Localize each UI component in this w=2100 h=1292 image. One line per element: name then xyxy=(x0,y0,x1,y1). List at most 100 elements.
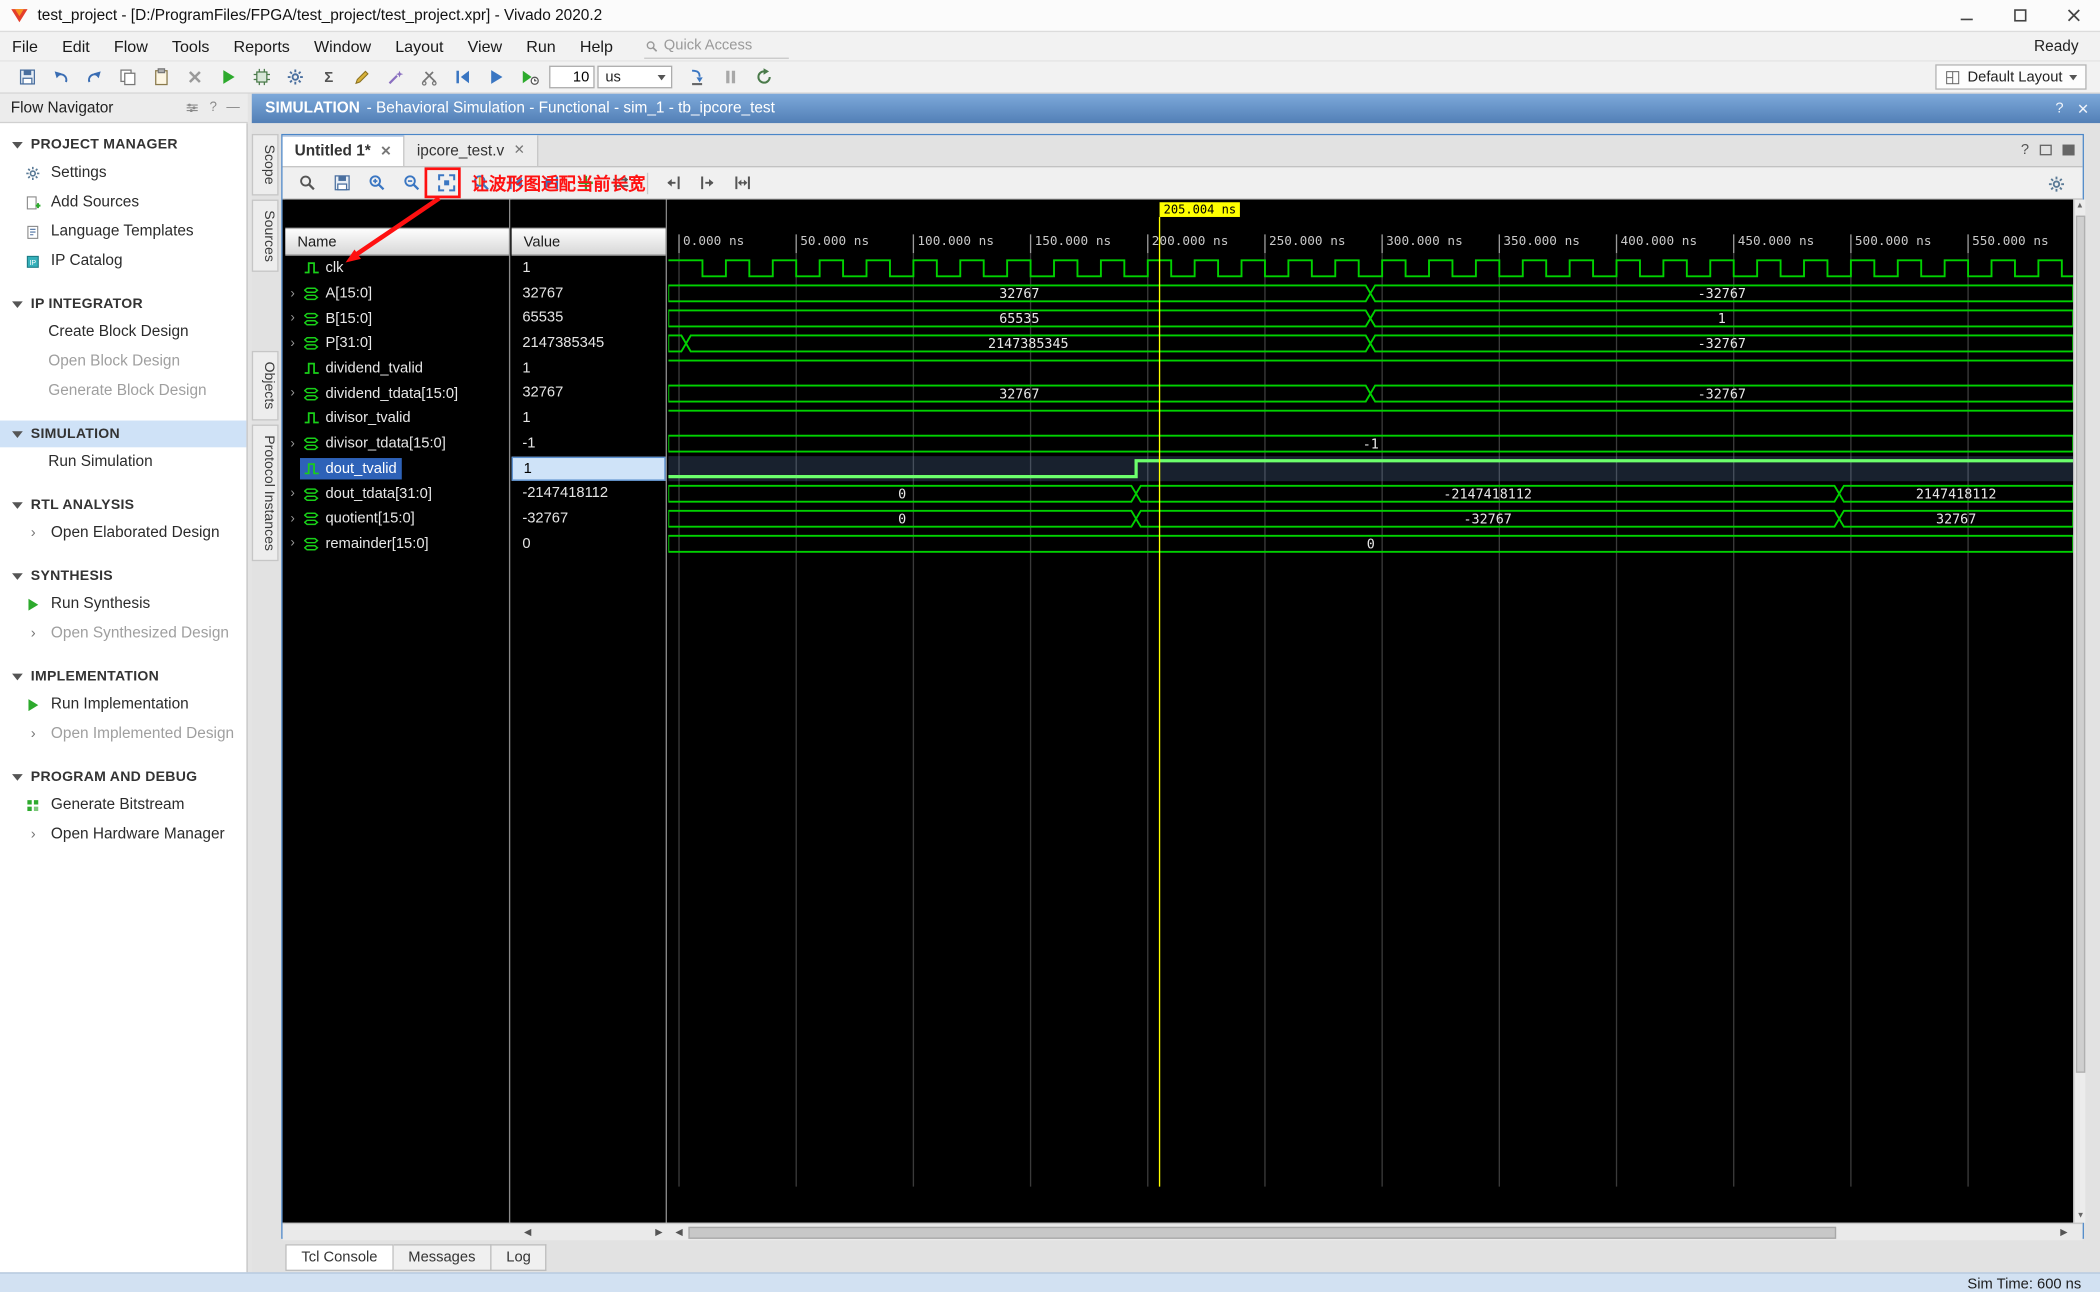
run-button[interactable] xyxy=(212,63,245,91)
signal-row-a-15-0[interactable]: › A[15:0] xyxy=(285,281,509,306)
flownav-item-run-synthesis[interactable]: Run Synthesis xyxy=(0,589,246,618)
flownav-item-open-block-design[interactable]: Open Block Design xyxy=(0,347,246,376)
waveform-canvas[interactable]: 0.000 ns 50.000 ns 100.000 ns 150.000 ns 200… xyxy=(668,199,2074,1223)
signal-row-remainder-15-0[interactable]: › remainder[15:0] xyxy=(285,531,509,556)
signal-value-clk[interactable]: 1 xyxy=(512,256,666,281)
signal-name-chip[interactable]: A[15:0] xyxy=(300,283,377,304)
flownav-item-ip-catalog[interactable]: IP IP Catalog xyxy=(0,246,246,275)
copy-button[interactable] xyxy=(111,63,144,91)
paste-button[interactable] xyxy=(145,63,178,91)
console-tab-tcl-console[interactable]: Tcl Console xyxy=(285,1244,394,1271)
close-button[interactable] xyxy=(2046,0,2100,31)
flownav-item-open-hardware-manager[interactable]: › Open Hardware Manager xyxy=(0,820,246,849)
names-scroll-left-icon[interactable]: ◀ xyxy=(520,1224,536,1240)
horizontal-scroll-thumb[interactable] xyxy=(688,1226,1837,1239)
undo-button[interactable] xyxy=(44,63,77,91)
delete-button[interactable] xyxy=(178,63,211,91)
scroll-up-icon[interactable]: ▲ xyxy=(2075,200,2086,213)
collapse-panel-icon[interactable]: — xyxy=(226,100,239,115)
goto-start-button[interactable] xyxy=(656,169,688,196)
close-icon[interactable]: ✕ xyxy=(2077,100,2089,117)
sigma-button[interactable]: Σ xyxy=(312,63,345,91)
signal-name-chip[interactable]: dividend_tdata[15:0] xyxy=(300,383,464,404)
wave-settings-gear-button[interactable] xyxy=(2040,170,2072,197)
flownav-header-program-and-debug[interactable]: PROGRAM AND DEBUG xyxy=(0,763,246,790)
menu-reports[interactable]: Reports xyxy=(222,31,302,60)
step-button[interactable] xyxy=(680,63,713,91)
relaunch-button[interactable] xyxy=(747,63,780,91)
close-tab-icon[interactable]: ✕ xyxy=(514,143,525,158)
signal-value-b-15-0[interactable]: 65535 xyxy=(512,306,666,331)
signal-name-chip[interactable]: divisor_tvalid xyxy=(300,408,416,429)
flownav-item-run-implementation[interactable]: Run Implementation xyxy=(0,690,246,719)
vertical-scrollbar[interactable]: ▲ ▼ xyxy=(2073,199,2087,1223)
help-icon[interactable]: ? xyxy=(210,100,217,115)
save-button[interactable] xyxy=(11,63,44,91)
flownav-item-add-sources[interactable]: Add Sources xyxy=(0,188,246,217)
close-tab-icon[interactable]: ✕ xyxy=(380,144,391,159)
flownav-item-open-implemented-design[interactable]: › Open Implemented Design xyxy=(0,719,246,748)
signal-value-remainder-15-0[interactable]: 0 xyxy=(512,531,666,556)
flownav-item-create-block-design[interactable]: Create Block Design xyxy=(0,317,246,346)
signal-row-dout-tvalid[interactable]: dout_tvalid xyxy=(285,456,509,481)
flownav-item-generate-block-design[interactable]: Generate Block Design xyxy=(0,376,246,405)
menu-edit[interactable]: Edit xyxy=(50,31,102,60)
flownav-header-synthesis[interactable]: SYNTHESIS xyxy=(0,563,246,590)
scroll-down-icon[interactable]: ▼ xyxy=(2075,1209,2087,1222)
signal-row-dividend-tdata-15-0[interactable]: › dividend_tdata[15:0] xyxy=(285,381,509,406)
signal-name-chip[interactable]: dout_tdata[31:0] xyxy=(300,483,437,504)
goto-end-button[interactable] xyxy=(691,169,723,196)
menu-layout[interactable]: Layout xyxy=(383,31,455,60)
run-all-button[interactable] xyxy=(479,63,512,91)
tab-ipcore-test-v[interactable]: ipcore_test.v ✕ xyxy=(404,135,539,167)
signal-value-a-15-0[interactable]: 32767 xyxy=(512,281,666,306)
flownav-header-implementation[interactable]: IMPLEMENTATION xyxy=(0,663,246,690)
time-unit-dropdown[interactable]: us xyxy=(597,65,673,89)
simulation-run-time-input[interactable] xyxy=(549,65,595,89)
menu-help[interactable]: Help xyxy=(568,31,625,60)
signal-name-chip[interactable]: remainder[15:0] xyxy=(300,533,434,554)
settings-sliders-icon[interactable] xyxy=(185,100,200,115)
quick-access-search[interactable]: Quick Access xyxy=(643,34,789,59)
probe-button[interactable] xyxy=(413,63,446,91)
signal-value-p-31-0[interactable]: 2147385345 xyxy=(512,331,666,356)
minimize-button[interactable] xyxy=(1939,0,1993,31)
flownav-header-ip-integrator[interactable]: IP INTEGRATOR xyxy=(0,291,246,318)
expand-chevron-icon[interactable]: › xyxy=(285,386,300,401)
restart-button[interactable] xyxy=(446,63,479,91)
maximize-button[interactable] xyxy=(1993,0,2047,31)
expand-chevron-icon[interactable]: › xyxy=(285,286,300,301)
expand-chevron-icon[interactable]: › xyxy=(285,536,300,551)
signal-row-p-31-0[interactable]: › P[31:0] xyxy=(285,331,509,356)
expand-chevron-icon[interactable]: › xyxy=(285,336,300,351)
signal-value-dout-tvalid[interactable]: 1 xyxy=(511,456,666,482)
help-icon[interactable]: ? xyxy=(2055,100,2063,117)
expand-chevron-icon[interactable]: › xyxy=(285,511,300,526)
flownav-item-language-templates[interactable]: Language Templates xyxy=(0,217,246,246)
console-tab-log[interactable]: Log xyxy=(491,1244,547,1271)
menu-run[interactable]: Run xyxy=(514,31,568,60)
signal-value-dividend-tvalid[interactable]: 1 xyxy=(512,356,666,381)
flownav-header-rtl-analysis[interactable]: RTL ANALYSIS xyxy=(0,492,246,519)
settings-button[interactable] xyxy=(279,63,312,91)
side-tab-protocol-instances[interactable]: Protocol Instances xyxy=(251,424,279,562)
pause-button[interactable] xyxy=(714,63,747,91)
flownav-item-run-simulation[interactable]: Run Simulation xyxy=(0,447,246,476)
names-scroll-right-icon[interactable]: ▶ xyxy=(651,1224,667,1240)
float-window-icon[interactable] xyxy=(2039,144,2052,156)
menu-view[interactable]: View xyxy=(456,31,515,60)
flownav-header-project-manager[interactable]: PROJECT MANAGER xyxy=(0,131,246,158)
flownav-item-open-elaborated-design[interactable]: › Open Elaborated Design xyxy=(0,518,246,547)
expand-chevron-icon[interactable]: › xyxy=(285,436,300,451)
flownav-item-settings[interactable]: Settings xyxy=(0,158,246,187)
signal-row-dout-tdata-31-0[interactable]: › dout_tdata[31:0] xyxy=(285,481,509,506)
vertical-scroll-thumb[interactable] xyxy=(2075,215,2086,1073)
menu-tools[interactable]: Tools xyxy=(160,31,222,60)
signal-row-divisor-tvalid[interactable]: divisor_tvalid xyxy=(285,406,509,431)
signal-value-dout-tdata-31-0[interactable]: -2147418112 xyxy=(512,481,666,506)
wave-scroll-right-icon[interactable]: ▶ xyxy=(2056,1224,2072,1240)
flownav-header-simulation[interactable]: SIMULATION xyxy=(0,420,247,448)
redo-button[interactable] xyxy=(78,63,111,91)
fit-button[interactable] xyxy=(726,169,758,196)
value-column-header[interactable]: Value xyxy=(511,227,666,256)
